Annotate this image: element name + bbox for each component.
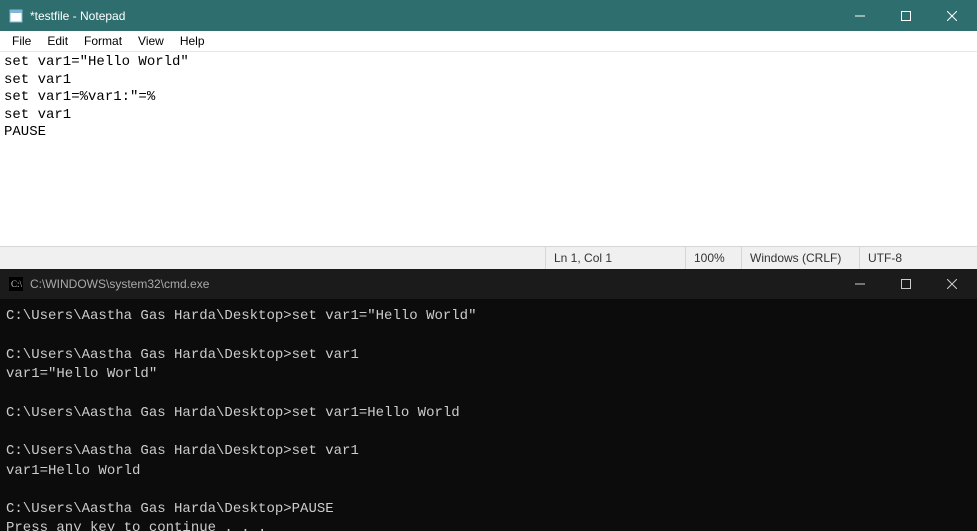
- maximize-button[interactable]: [883, 0, 929, 31]
- notepad-menubar: File Edit Format View Help: [0, 31, 977, 52]
- notepad-app-icon: [8, 8, 24, 24]
- minimize-button[interactable]: [837, 0, 883, 31]
- cmd-output[interactable]: C:\Users\Aastha Gas Harda\Desktop>set va…: [0, 299, 977, 531]
- menu-file[interactable]: File: [4, 32, 39, 50]
- menu-edit[interactable]: Edit: [39, 32, 76, 50]
- cmd-title: C:\WINDOWS\system32\cmd.exe: [30, 277, 837, 291]
- maximize-button[interactable]: [883, 269, 929, 299]
- menu-help[interactable]: Help: [172, 32, 213, 50]
- notepad-window: *testfile - Notepad File Edit Format Vie…: [0, 0, 977, 269]
- notepad-titlebar[interactable]: *testfile - Notepad: [0, 0, 977, 31]
- notepad-editor[interactable]: set var1="Hello World" set var1 set var1…: [0, 52, 977, 246]
- close-button[interactable]: [929, 0, 975, 31]
- notepad-window-controls: [837, 0, 975, 31]
- close-button[interactable]: [929, 269, 975, 299]
- menu-format[interactable]: Format: [76, 32, 130, 50]
- menu-view[interactable]: View: [130, 32, 172, 50]
- cmd-window-controls: [837, 269, 975, 299]
- status-zoom: 100%: [685, 247, 741, 269]
- status-caret-position: Ln 1, Col 1: [545, 247, 685, 269]
- notepad-statusbar: Ln 1, Col 1 100% Windows (CRLF) UTF-8: [0, 246, 977, 269]
- minimize-button[interactable]: [837, 269, 883, 299]
- cmd-app-icon: C:\: [8, 276, 24, 292]
- status-encoding: UTF-8: [859, 247, 977, 269]
- svg-text:C:\: C:\: [11, 279, 23, 289]
- cmd-titlebar[interactable]: C:\ C:\WINDOWS\system32\cmd.exe: [0, 269, 977, 299]
- notepad-title: *testfile - Notepad: [30, 9, 837, 23]
- status-line-ending: Windows (CRLF): [741, 247, 859, 269]
- cmd-window: C:\ C:\WINDOWS\system32\cmd.exe C:\Users…: [0, 269, 977, 531]
